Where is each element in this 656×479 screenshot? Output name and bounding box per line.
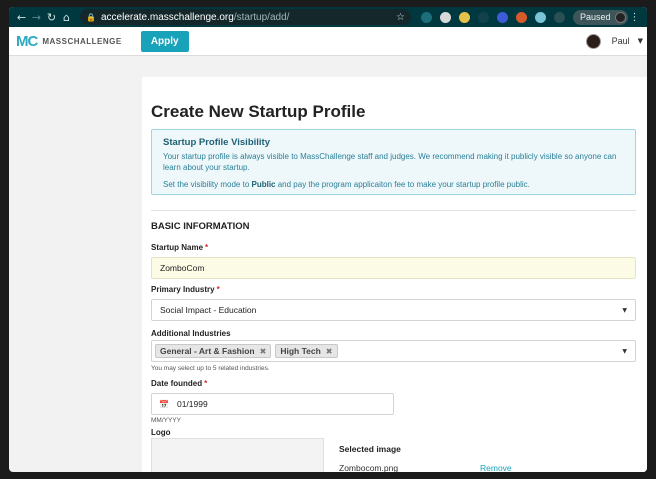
page-title: Create New Startup Profile [151,102,366,121]
notice-text: Your startup profile is always visible t… [163,152,617,172]
industry-tags: General - Art & Fashion ✖ High Tech ✖ [155,344,342,358]
forward-icon[interactable]: → [29,9,44,25]
address-bar[interactable]: 🔒 accelerate.masschallenge.org/startup/a… [80,9,411,25]
masschallenge-logo[interactable]: MC MASSCHALLENGE [16,33,122,50]
extension-icon[interactable] [516,11,527,23]
startup-name-input[interactable]: ZomboCom [151,257,636,279]
logo-upload-area[interactable] [151,438,324,472]
dropdown-arrow-icon: ▼ [622,347,627,355]
extension-icon[interactable] [459,11,470,23]
industry-tag: High Tech ✖ [275,344,338,358]
user-name: Paul [611,36,630,46]
browser-window: ← → ↻ ⌂ 🔒 accelerate.masschallenge.org/s… [9,7,647,472]
app-header: MC MASSCHALLENGE Apply Paul ▼ [9,27,647,56]
browser-toolbar: ← → ↻ ⌂ 🔒 accelerate.masschallenge.org/s… [9,7,647,27]
primary-industry-label: Primary Industry * [151,285,220,294]
date-founded-input[interactable]: 📅 01/1999 [151,393,394,415]
logo-label: Logo [151,428,171,437]
user-avatar [585,33,601,49]
profile-button[interactable]: Paused [573,9,628,25]
home-icon[interactable]: ⌂ [59,9,74,25]
section-title: BASIC INFORMATION [151,221,250,232]
date-format-hint: MM/YYYY [151,417,181,424]
industries-hint: You may select up to 5 related industrie… [151,365,270,372]
notice-title: Startup Profile Visibility [163,137,270,148]
chevron-down-icon: ▼ [637,37,643,45]
selected-image-title: Selected image [339,444,401,454]
user-menu[interactable]: Paul ▼ [585,33,643,49]
extension-icon[interactable] [554,11,565,23]
calendar-icon: 📅 [159,399,169,409]
tag-remove-icon[interactable]: ✖ [326,347,333,356]
startup-name-label: Startup Name * [151,243,209,252]
additional-industries-select[interactable]: General - Art & Fashion ✖ High Tech ✖ ▼ [151,340,636,362]
extension-icon[interactable] [440,11,451,23]
bookmark-star-icon[interactable]: ☆ [396,12,405,23]
lock-icon: 🔒 [86,12,96,22]
browser-menu-icon[interactable]: ⋮ [628,12,642,23]
profile-avatar [614,11,626,23]
remove-image-link[interactable]: Remove [480,463,512,472]
extension-icon[interactable] [497,11,508,23]
selected-file-name: Zombocom.png [339,463,399,472]
extension-icon[interactable] [535,11,546,23]
additional-industries-label: Additional Industries [151,329,231,338]
tag-remove-icon[interactable]: ✖ [260,347,267,356]
logo-mark: MC [16,32,38,50]
notice-visibility-text: Set the visibility mode to Public and pa… [163,180,530,189]
url-text: accelerate.masschallenge.org/startup/add… [100,11,290,23]
startup-form-card: Create New Startup Profile Startup Profi… [142,77,647,472]
primary-industry-select[interactable]: Social Impact - Education ▼ [151,299,636,321]
date-founded-label: Date founded * [151,379,208,388]
reload-icon[interactable]: ↻ [44,9,59,25]
back-icon[interactable]: ← [14,9,29,25]
divider [151,210,636,211]
visibility-notice: Startup Profile Visibility Your startup … [151,129,636,195]
industry-tag: General - Art & Fashion ✖ [155,344,272,358]
apply-button[interactable]: Apply [140,30,189,52]
extension-icons [417,11,569,23]
logo-text: MASSCHALLENGE [42,36,122,46]
extension-icon[interactable] [421,11,432,23]
profile-status-label: Paused [580,12,611,22]
dropdown-arrow-icon: ▼ [622,306,627,314]
extension-icon[interactable] [478,11,489,23]
